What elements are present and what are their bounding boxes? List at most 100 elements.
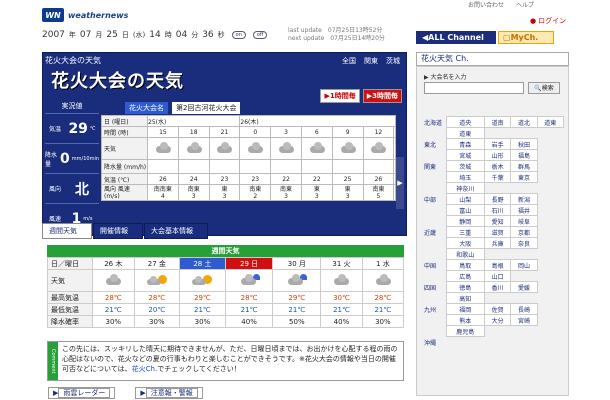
prefecture-link[interactable]: 道南 [483,116,512,128]
prefecture-link[interactable]: 山梨 [445,193,485,205]
prefecture-link[interactable]: 栃木 [483,160,512,172]
prefecture-link[interactable]: 宮城 [445,149,485,161]
clock-toggle-on[interactable]: on [231,31,246,39]
prefecture-link[interactable]: 新潟 [510,193,538,205]
prefecture-link[interactable]: 石川 [483,204,512,216]
prefecture-link[interactable]: 道北 [510,116,538,128]
weekly-row-pop: 降水確率 30% 30% 30% 40% 50% 40% 30% [47,315,405,328]
prefecture-link[interactable]: 島根 [483,259,512,271]
all-channel-button[interactable]: ◀ ALL Channel [416,31,496,44]
region-name[interactable]: 中部 [424,194,446,205]
row-label: 気温 (℃) [101,173,148,185]
prefecture-link[interactable]: 京都 [510,226,538,238]
rain-radar-link[interactable]: ▶ 雨雲レーダー [48,387,116,399]
site-logo[interactable]: WN weathernews [42,8,128,22]
prefecture-link[interactable]: 富山 [445,204,485,216]
weekly-day-cell: 1 水 [361,257,405,270]
prefecture-link[interactable]: 埼玉 [445,171,485,183]
prefecture-link[interactable]: 長崎 [510,303,538,315]
region-name[interactable]: 関東 [424,161,446,172]
search-button[interactable]: 🔍検索 [528,82,560,94]
tab-event-basic-info[interactable]: 大会基本情報 [144,223,208,239]
region-tab-national[interactable]: 全国 [342,56,356,66]
prefecture-link[interactable]: 福岡 [445,303,485,315]
prefecture-link[interactable]: 大分 [483,314,512,326]
prefecture-link[interactable]: 徳島 [445,281,485,293]
event-search-input[interactable] [424,82,524,94]
scroll-right-button[interactable]: ▶ [396,157,404,209]
prefecture-link[interactable]: 愛知 [483,215,512,227]
prefecture-link[interactable]: 道東 [445,127,485,139]
prefecture-link[interactable]: 神奈川 [445,182,485,194]
tab-event-info[interactable]: 開催情報 [93,223,143,239]
cloud-icon [332,274,350,285]
header-link[interactable]: お問い合わせ [468,0,504,9]
empty-cell [537,326,563,337]
event-header: 花火大会名 第2回古河花火大会 [125,102,241,114]
login-link[interactable]: ● ログイン [530,16,566,26]
region-name[interactable]: 中国 [424,260,446,271]
prefecture-link[interactable]: 秋田 [510,138,538,150]
prefecture-link[interactable]: 兵庫 [483,237,512,249]
prefecture-link[interactable]: 三重 [445,226,485,238]
prefecture-link[interactable]: 千葉 [483,171,512,183]
prefecture-link[interactable]: 東京 [510,171,538,183]
tab-weekly-weather[interactable]: 週間天気 [42,223,92,239]
prefecture-link[interactable]: 静岡 [445,215,485,227]
prefecture-link[interactable]: 愛媛 [510,281,538,293]
prefecture-link[interactable]: 佐賀 [483,303,512,315]
prefecture-link[interactable]: 岩手 [483,138,512,150]
interval-3h-button[interactable]: ▶3時間毎 [362,89,402,103]
region-name[interactable]: 沖縄 [424,337,446,348]
empty-cell [484,128,510,139]
prefecture-link[interactable]: 鳥取 [445,259,485,271]
weekly-heading: 週間天気 [47,245,404,257]
prefecture-link[interactable]: 道東 [536,116,565,128]
interval-1h-button[interactable]: ▶1時間毎 [320,89,360,103]
empty-cell [484,293,510,304]
weekly-high-cell: 28℃ [133,291,181,304]
prefecture-link[interactable]: 和歌山 [445,248,485,260]
prefecture-link[interactable]: 大阪 [445,237,485,249]
prefecture-link[interactable]: 青森 [445,138,485,150]
prefecture-link[interactable]: 岐阜 [510,215,538,227]
comment-link[interactable]: 花火Ch. [132,365,158,373]
prefecture-link[interactable]: 山形 [483,149,512,161]
row-label: 降水量 (mm/h) [101,159,148,174]
region-tab-ibaraki[interactable]: 茨城 [386,56,400,66]
prefecture-link[interactable]: 福島 [510,149,538,161]
clock-toggle-off[interactable]: off [252,31,268,39]
wn-logo-icon: WN [42,8,64,22]
prefecture-link[interactable]: 茨城 [445,160,485,172]
region-row: 鹿児島 [424,325,564,337]
region-name[interactable]: 北海道 [424,117,446,128]
mych-button[interactable]: ▢ MyCh. [498,31,554,44]
prefecture-link[interactable]: 福井 [510,204,538,216]
region-name[interactable]: 九州 [424,304,446,315]
prefecture-link[interactable]: 鹿児島 [445,325,485,337]
prefecture-link[interactable]: 宮崎 [510,314,538,326]
hourly-precip-cell [300,159,333,174]
prefecture-link[interactable]: 群馬 [510,160,538,172]
prefecture-link[interactable]: 高知 [445,292,485,304]
prefecture-link[interactable]: 香川 [483,281,512,293]
prefecture-link[interactable]: 奈良 [510,237,538,249]
empty-cell [446,337,484,348]
empty-cell [537,227,563,238]
region-name[interactable]: 四国 [424,282,446,293]
prefecture-link[interactable]: 長野 [483,193,512,205]
prefecture-link[interactable]: 広島 [445,270,485,282]
region-name[interactable]: 東北 [424,139,446,150]
header-link[interactable]: ヘルプ [516,0,534,9]
region-tab-kanto[interactable]: 関東 [364,56,378,66]
hourly-temp-cell: 25 [331,173,364,185]
wind-dir: 南東 [187,185,200,193]
region-name[interactable]: 近畿 [424,227,446,238]
prefecture-link[interactable]: 岡山 [510,259,538,271]
prefecture-link[interactable]: 道央 [445,116,485,128]
warnings-link[interactable]: ▶ 注意報・警報 [135,387,203,399]
prefecture-link[interactable]: 熊本 [445,314,485,326]
prefecture-link[interactable]: 山口 [483,270,512,282]
prefecture-link[interactable]: 滋賀 [483,226,512,238]
row-label: 時間 (時) [101,126,148,138]
